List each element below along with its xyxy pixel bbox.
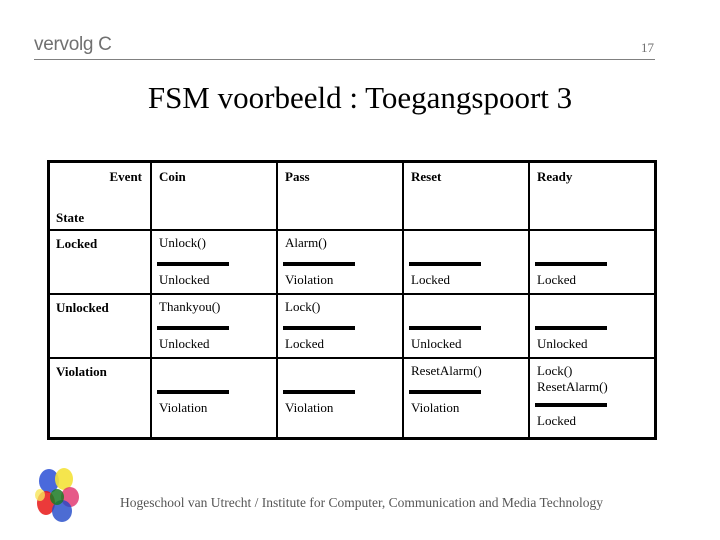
- next-state-label: Unlocked: [159, 272, 210, 287]
- transition-cell: Unlock() Unlocked: [150, 229, 278, 295]
- state-label: Violation: [56, 364, 107, 379]
- table-row-locked: Locked Unlock() Unlocked Alarm() Violati…: [47, 229, 657, 295]
- next-state-label: Violation: [411, 400, 460, 415]
- next-state-label: Locked: [537, 413, 576, 428]
- transition-divider: [409, 390, 481, 394]
- event-header-ready: Ready: [528, 160, 657, 231]
- action-label: Thankyou(): [159, 299, 221, 314]
- next-state-label: Unlocked: [411, 336, 462, 351]
- transition-divider: [535, 262, 607, 266]
- page-number: 17: [641, 40, 654, 55]
- action-label: Alarm(): [285, 235, 327, 250]
- transition-cell: Lock() ResetAlarm() Locked: [528, 357, 657, 440]
- transition-cell: Violation: [276, 357, 404, 440]
- next-state-label: Violation: [159, 400, 208, 415]
- transition-cell: ResetAlarm() Violation: [402, 357, 530, 440]
- state-label: Locked: [56, 236, 98, 251]
- transition-divider: [535, 326, 607, 330]
- next-state-label: Locked: [285, 336, 324, 351]
- transition-divider: [409, 326, 481, 330]
- transition-cell: Violation: [150, 357, 278, 440]
- action-label: Lock(): [537, 363, 573, 378]
- corner-cell: Event State: [47, 160, 152, 231]
- transition-cell: Unlocked: [528, 293, 657, 359]
- transition-cell: Locked: [528, 229, 657, 295]
- fsm-transition-table: Event State Coin Pass Reset Ready Locked…: [47, 160, 657, 440]
- state-cell: Unlocked: [47, 293, 152, 359]
- transition-divider: [157, 326, 229, 330]
- hu-flower-logo-icon: [35, 468, 79, 522]
- next-state-label: Locked: [537, 272, 576, 287]
- transition-cell: Unlocked: [402, 293, 530, 359]
- transition-divider: [535, 403, 607, 407]
- action-label: Lock(): [285, 299, 321, 314]
- transition-divider: [283, 262, 355, 266]
- next-state-label: Violation: [285, 272, 334, 287]
- state-label: Unlocked: [56, 300, 109, 315]
- transition-cell: Locked: [402, 229, 530, 295]
- next-state-label: Unlocked: [159, 336, 210, 351]
- transition-divider: [283, 390, 355, 394]
- state-cell: Violation: [47, 357, 152, 440]
- event-header-label: Reset: [411, 169, 442, 184]
- table-header-row: Event State Coin Pass Reset Ready: [47, 160, 657, 231]
- event-header-label: Ready: [537, 169, 573, 184]
- transition-cell: Lock() Locked: [276, 293, 404, 359]
- event-header-label: Pass: [285, 169, 310, 184]
- transition-divider: [409, 262, 481, 266]
- action-label: ResetAlarm(): [411, 363, 482, 378]
- state-cell: Locked: [47, 229, 152, 295]
- table-row-unlocked: Unlocked Thankyou() Unlocked Lock() Lock…: [47, 293, 657, 359]
- next-state-label: Violation: [285, 400, 334, 415]
- action-label: ResetAlarm(): [537, 379, 608, 394]
- header-divider: [34, 59, 655, 60]
- event-axis-label: Event: [109, 169, 143, 184]
- table-row-violation: Violation Violation Violation ResetAlarm…: [47, 357, 657, 440]
- slide-title: FSM voorbeeld : Toegangspoort 3: [147, 80, 573, 115]
- transition-divider: [157, 390, 229, 394]
- event-header-label: Coin: [159, 169, 186, 184]
- event-header-reset: Reset: [402, 160, 530, 231]
- event-header-coin: Coin: [150, 160, 278, 231]
- footer-institution-text: Hogeschool van Utrecht / Institute for C…: [120, 495, 604, 510]
- header-section-title: vervolg C: [34, 34, 112, 55]
- event-header-pass: Pass: [276, 160, 404, 231]
- next-state-label: Unlocked: [537, 336, 588, 351]
- next-state-label: Locked: [411, 272, 450, 287]
- state-axis-label: State: [56, 210, 85, 225]
- action-label: Unlock(): [159, 235, 206, 250]
- transition-divider: [283, 326, 355, 330]
- transition-divider: [157, 262, 229, 266]
- transition-cell: Alarm() Violation: [276, 229, 404, 295]
- transition-cell: Thankyou() Unlocked: [150, 293, 278, 359]
